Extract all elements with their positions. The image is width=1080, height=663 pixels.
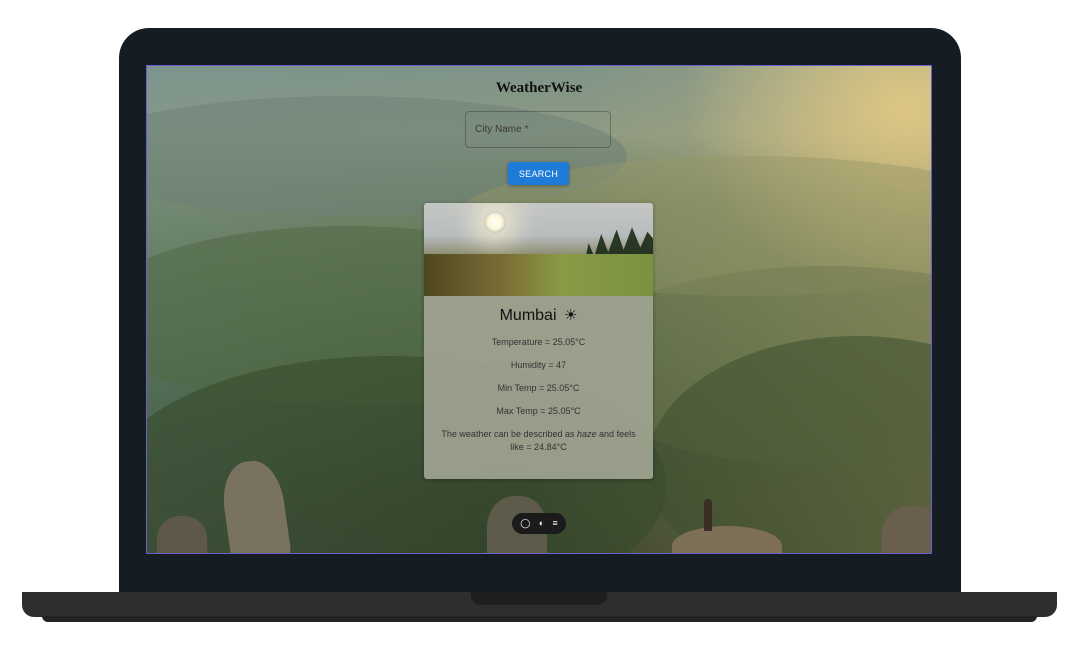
floating-toolbar: ◯ ◐ ≡ [512,513,566,534]
menu-icon[interactable]: ≡ [553,519,558,528]
description-prefix: The weather can be described as [441,429,578,439]
sun-icon: ☀ [563,307,578,324]
laptop-notch [471,592,607,605]
app-title: WeatherWise [495,80,583,96]
hiker-figure [704,499,712,531]
laptop-foot [42,616,1037,622]
city-heading: Mumbai ☀ [424,306,653,325]
min-temp-text: Min Temp = 25.05°C [497,383,580,393]
temperature-text: Temperature = 25.05°C [491,337,586,347]
city-name: Mumbai [499,307,557,324]
description-keyword: haze [577,429,597,439]
weather-card-image [424,203,653,296]
chat-icon[interactable]: ◯ [520,519,530,528]
background-rock [882,506,931,553]
city-name-input[interactable] [465,111,611,148]
weather-description: The weather can be described as haze and… [434,428,643,453]
toggle-icon[interactable]: ◐ [539,519,544,528]
app-screen: WeatherWise SEARCH Mumbai ☀ Temperature … [146,65,932,554]
humidity-text: Humidity = 47 [510,360,567,370]
max-temp-text: Max Temp = 25.05°C [496,406,581,416]
grass-field [424,254,653,296]
weather-card: Mumbai ☀ Temperature = 25.05°C Humidity … [424,203,653,479]
background-rock [157,516,207,553]
search-button[interactable]: SEARCH [508,162,569,185]
sun-glow [484,211,506,233]
